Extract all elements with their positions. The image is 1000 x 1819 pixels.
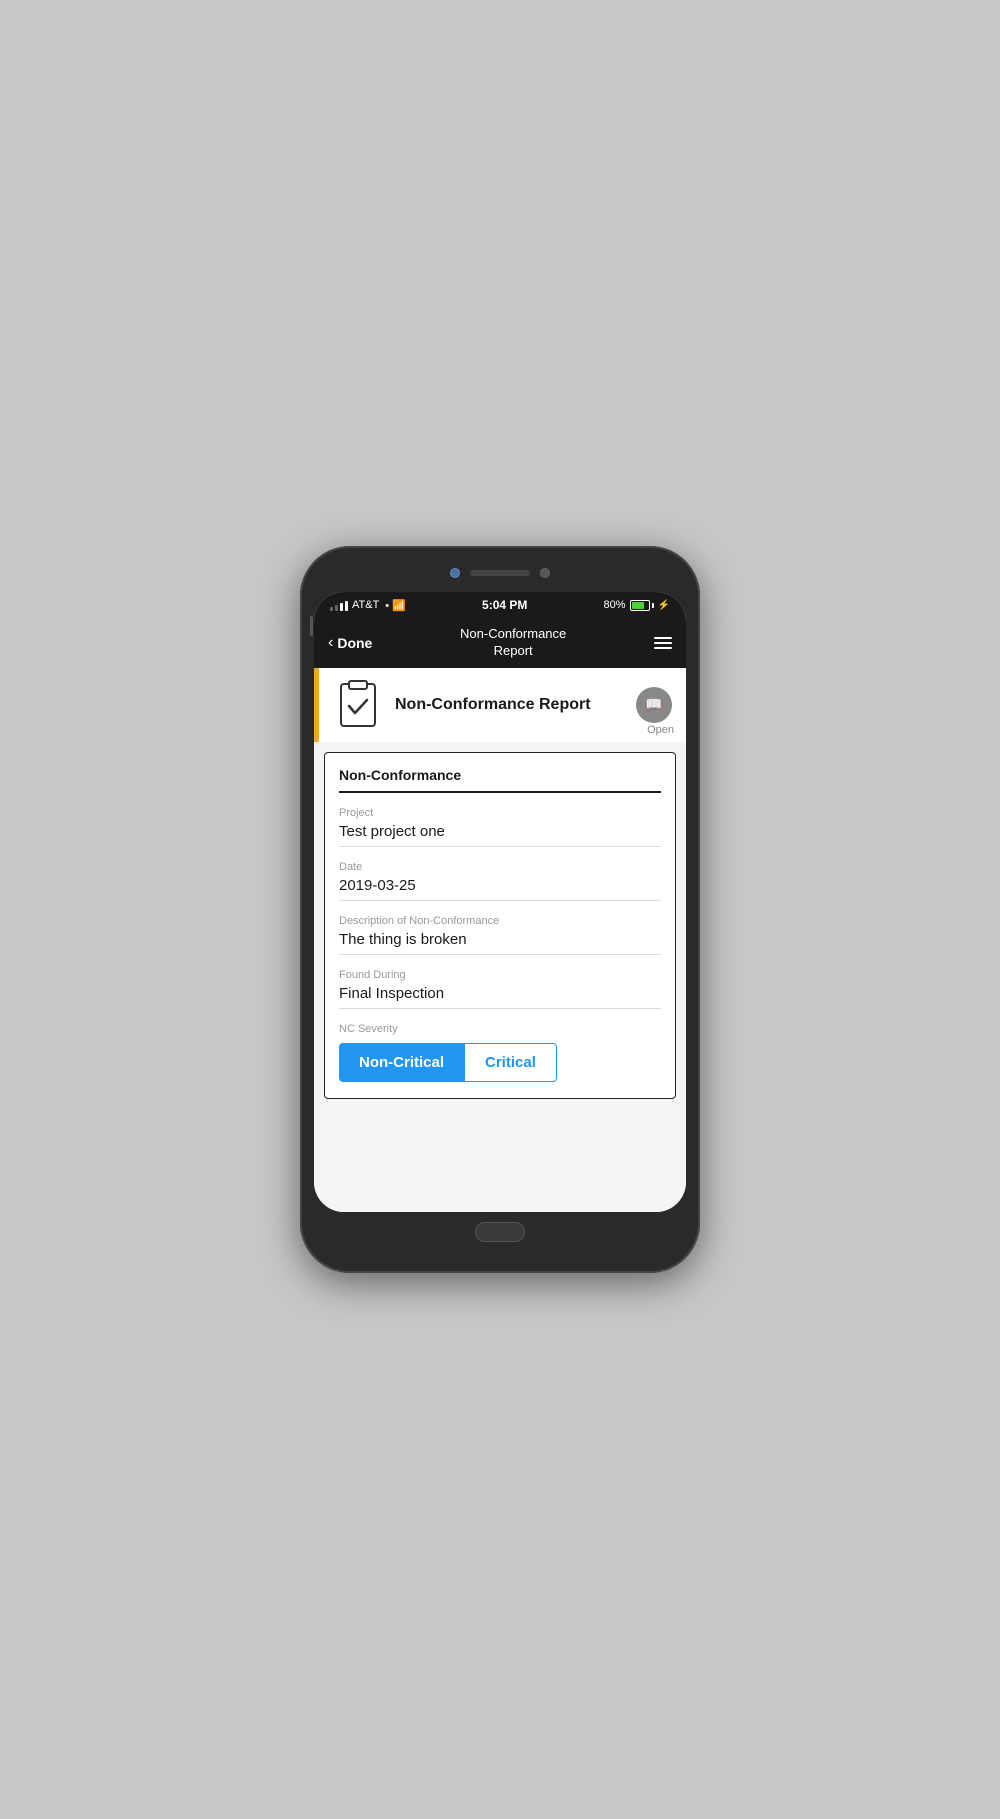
menu-button[interactable] (654, 637, 672, 649)
hamburger-icon (654, 637, 672, 639)
home-button[interactable] (475, 1222, 525, 1242)
content-area: Non-Conformance Report 📖 Open Non-Confor… (314, 668, 686, 1212)
project-label: Project (339, 807, 661, 819)
project-value[interactable]: Test project one (339, 823, 661, 847)
date-field: Date 2019-03-25 (339, 861, 661, 901)
charging-icon: ⚡ (658, 600, 670, 611)
carrier-label: AT&T (352, 599, 379, 611)
back-chevron-icon: ‹ (328, 634, 333, 652)
battery-percent-label: 80% (604, 599, 626, 611)
volume-button (310, 616, 313, 636)
form-header: Non-Conformance Report 📖 Open (314, 668, 686, 742)
status-time: 5:04 PM (482, 598, 527, 612)
status-left: AT&T • 📶 (330, 599, 406, 612)
form-card: Non-Conformance Project Test project one… (324, 752, 676, 1099)
phone-device: AT&T • 📶 5:04 PM 80% ⚡ ‹ Done (300, 546, 700, 1273)
severity-buttons: Non-Critical Critical (339, 1043, 661, 1082)
nav-title: Non-Conformance Report (460, 626, 566, 660)
section-title: Non-Conformance (339, 767, 661, 793)
non-critical-button[interactable]: Non-Critical (339, 1043, 464, 1082)
found-during-field: Found During Final Inspection (339, 969, 661, 1009)
description-value[interactable]: The thing is broken (339, 931, 661, 955)
battery-icon (630, 600, 654, 611)
date-value[interactable]: 2019-03-25 (339, 877, 661, 901)
phone-top-bar (314, 564, 686, 582)
found-during-label: Found During (339, 969, 661, 981)
nav-bar: ‹ Done Non-Conformance Report (314, 618, 686, 668)
back-label: Done (337, 635, 372, 651)
severity-section: NC Severity Non-Critical Critical (339, 1023, 661, 1082)
status-bar: AT&T • 📶 5:04 PM 80% ⚡ (314, 592, 686, 618)
phone-screen: AT&T • 📶 5:04 PM 80% ⚡ ‹ Done (314, 592, 686, 1212)
wifi-icon: • 📶 (385, 599, 406, 612)
form-header-title: Non-Conformance Report (395, 695, 636, 714)
form-icon (333, 680, 383, 730)
severity-label: NC Severity (339, 1023, 661, 1035)
camera-dot (450, 568, 460, 578)
hamburger-icon (654, 642, 672, 644)
book-button[interactable]: 📖 (636, 687, 672, 723)
project-field: Project Test project one (339, 807, 661, 847)
phone-bottom (314, 1212, 686, 1248)
speaker-bar (470, 570, 530, 576)
description-field: Description of Non-Conformance The thing… (339, 915, 661, 955)
date-label: Date (339, 861, 661, 873)
signal-bars (330, 599, 348, 611)
description-label: Description of Non-Conformance (339, 915, 661, 927)
critical-button[interactable]: Critical (464, 1043, 557, 1082)
hamburger-icon (654, 647, 672, 649)
back-button[interactable]: ‹ Done (328, 634, 372, 652)
open-status-label: Open (647, 724, 674, 736)
found-during-value[interactable]: Final Inspection (339, 985, 661, 1009)
book-icon: 📖 (645, 696, 662, 713)
status-right: 80% ⚡ (604, 599, 670, 611)
sensor-dot (540, 568, 550, 578)
